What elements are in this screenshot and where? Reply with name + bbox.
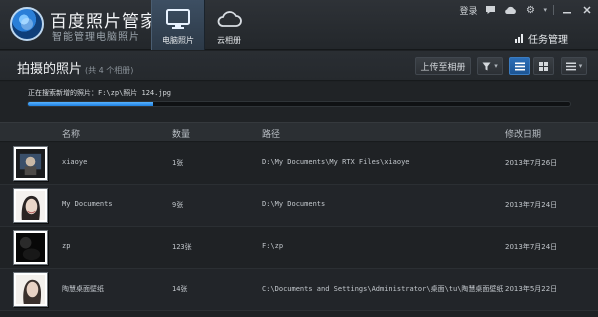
album-name: 陶慧桌面壁纸: [62, 285, 104, 293]
grid-view-icon: [539, 61, 548, 71]
progress-bar-fill: [28, 102, 153, 106]
title-bar: 百度照片管家 智能管理电脑照片 电脑照片 云相册 登录 ⚙ ▾ 任务管理: [0, 0, 598, 50]
album-path: F:\zp: [262, 242, 284, 250]
album-thumbnail[interactable]: [13, 146, 48, 181]
photo-count: 1张: [172, 159, 184, 167]
list-view-button[interactable]: [509, 57, 530, 75]
album-name: My Documents: [62, 200, 113, 208]
task-manager-label: 任务管理: [528, 35, 568, 46]
separator: [553, 5, 554, 15]
album-path: C:\Documents and Settings\Administrator\…: [262, 285, 504, 293]
album-path: D:\My Documents\My RTX Files\xiaoye: [262, 158, 410, 166]
chevron-down-icon: ▾: [578, 62, 583, 70]
modified-date: 2013年7月24日: [505, 243, 558, 251]
scan-progress: 正在搜索新增的照片：F:\zp\照片 124.jpg: [0, 82, 598, 122]
login-link[interactable]: 登录: [459, 4, 477, 17]
settings-icon[interactable]: ⚙: [523, 3, 537, 17]
cloud-download-icon[interactable]: [503, 3, 517, 17]
window-controls: 登录 ⚙ ▾: [459, 3, 594, 17]
table-row[interactable]: 陶慧桌面壁纸 14张 C:\Documents and Settings\Adm…: [0, 269, 598, 311]
menu-icon: [565, 62, 576, 70]
album-thumbnail[interactable]: [13, 188, 48, 223]
photo-count: 9张: [172, 201, 184, 209]
table-row[interactable]: xiaoye 1张 D:\My Documents\My RTX Files\x…: [0, 143, 598, 185]
album-count: (共 4 个相册): [85, 66, 134, 75]
chevron-down-icon: ▾: [494, 62, 498, 70]
app-subtitle: 智能管理电脑照片: [52, 32, 140, 43]
tab-label: 电脑照片: [162, 36, 194, 45]
task-manager-button[interactable]: 任务管理: [515, 31, 568, 46]
progress-bar: [27, 101, 571, 107]
toolbar: 拍摄的照片 (共 4 个相册) 上传至相册 ▾ ▾: [0, 51, 598, 81]
page-title-text: 拍摄的照片: [17, 62, 83, 77]
modified-date: 2013年5月22日: [505, 285, 558, 293]
album-name: xiaoye: [62, 158, 88, 166]
message-icon[interactable]: [483, 3, 497, 17]
list-view-icon: [514, 62, 525, 70]
album-list: xiaoye 1张 D:\My Documents\My RTX Files\x…: [0, 143, 598, 311]
minimize-icon[interactable]: [560, 3, 574, 17]
tab-label: 云相册: [217, 36, 241, 45]
table-row[interactable]: My Documents 9张 D:\My Documents 2013年7月2…: [0, 185, 598, 227]
close-icon[interactable]: [580, 3, 594, 17]
page-title: 拍摄的照片 (共 4 个相册): [17, 58, 133, 77]
photo-count: 123张: [172, 243, 192, 251]
column-header-name[interactable]: 名称: [62, 127, 80, 140]
cloud-icon: [217, 11, 242, 27]
photo-thumbnail-image: [16, 149, 45, 178]
photo-thumbnail-image: [16, 275, 45, 304]
chevron-down-icon[interactable]: ▾: [543, 6, 547, 14]
album-thumbnail[interactable]: [13, 230, 48, 265]
filter-icon: [482, 62, 491, 70]
bar-chart-icon: [515, 34, 523, 43]
app-logo-icon: [10, 7, 44, 41]
table-row[interactable]: zp 123张 F:\zp 2013年7月24日: [0, 227, 598, 269]
photo-thumbnail-image: [16, 233, 45, 262]
photo-count: 14张: [172, 285, 188, 293]
photo-thumbnail-image: [16, 191, 45, 220]
more-menu-button[interactable]: ▾: [561, 57, 587, 75]
modified-date: 2013年7月24日: [505, 201, 558, 209]
column-header-path[interactable]: 路径: [262, 127, 280, 140]
album-name: zp: [62, 242, 71, 250]
album-path: D:\My Documents: [262, 200, 326, 208]
monitor-icon: [166, 9, 190, 29]
progress-status-text: 正在搜索新增的照片：F:\zp\照片 124.jpg: [28, 89, 172, 97]
tab-cloud-album[interactable]: 云相册: [202, 0, 256, 50]
column-header-count[interactable]: 数量: [172, 127, 190, 140]
tab-computer-photos[interactable]: 电脑照片: [151, 0, 205, 50]
upload-to-album-button[interactable]: 上传至相册: [415, 57, 471, 75]
modified-date: 2013年7月26日: [505, 159, 558, 167]
table-header: 名称 数量 路径 修改日期: [0, 122, 598, 142]
grid-view-button[interactable]: [533, 57, 554, 75]
album-thumbnail[interactable]: [13, 272, 48, 307]
filter-button[interactable]: ▾: [477, 57, 503, 75]
column-header-date[interactable]: 修改日期: [505, 127, 541, 140]
